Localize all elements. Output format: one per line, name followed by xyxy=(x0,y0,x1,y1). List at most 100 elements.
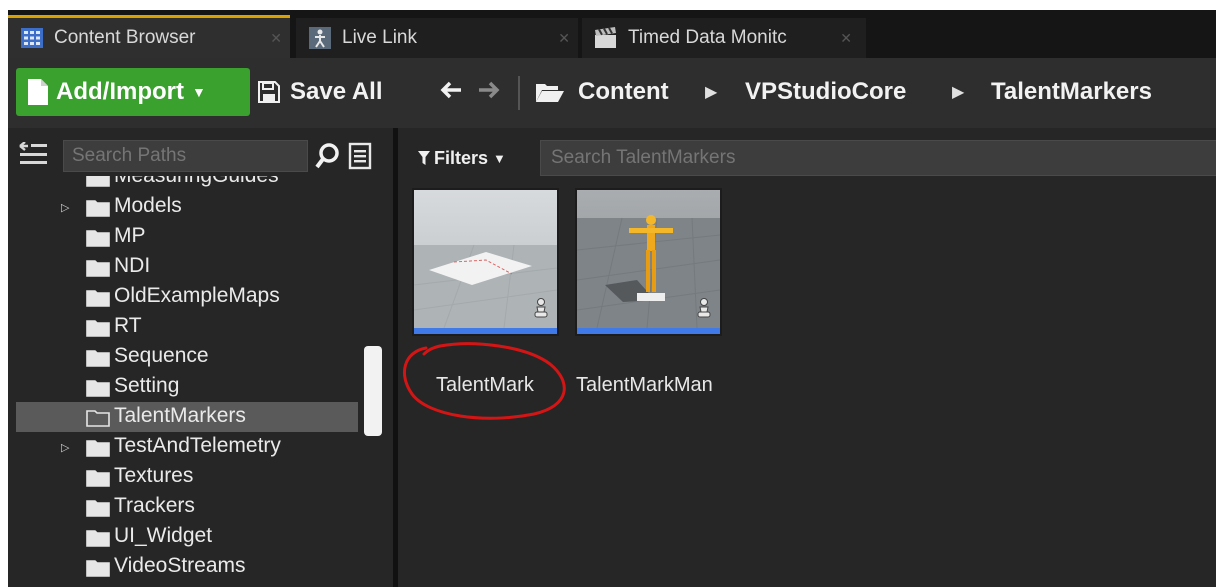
close-icon[interactable]: ✕ xyxy=(270,30,282,47)
toolbar: Add/Import ▼ Save All Content ▶ VPStudio… xyxy=(8,58,1216,129)
asset-name-label: TalentMarkMan xyxy=(576,374,713,396)
breadcrumb-label: Content xyxy=(578,78,669,105)
breadcrumb-separator-icon[interactable]: ▶ xyxy=(952,68,964,116)
folder-row[interactable]: Setting xyxy=(16,372,358,402)
filter-icon xyxy=(418,151,430,165)
folder-label: Sequence xyxy=(114,344,209,367)
folder-row[interactable]: ▷ TestAndTelemetry xyxy=(16,432,358,462)
breadcrumb-label: VPStudioCore xyxy=(745,78,907,105)
folder-label: MeasuringGuides xyxy=(114,176,279,188)
folder-open-icon xyxy=(86,409,110,433)
view-options-icon[interactable] xyxy=(348,142,372,170)
new-file-icon xyxy=(28,79,48,105)
folder-icon xyxy=(86,499,110,523)
folder-icon xyxy=(86,349,110,373)
folder-label: Textures xyxy=(114,464,194,487)
asset-thumbnail xyxy=(577,190,720,328)
asset-tile-talentmarkman[interactable] xyxy=(575,188,722,336)
asset-thumbnail xyxy=(414,190,557,328)
breadcrumb-vpstudiocore[interactable]: VPStudioCore xyxy=(745,68,906,116)
tab-bar: Content Browser ✕ Live Link ✕ Timed Data… xyxy=(8,10,1216,58)
tree-scrollbar-thumb[interactable] xyxy=(364,346,382,436)
asset-type-color-bar xyxy=(577,328,720,334)
folder-row[interactable]: VideoStreams xyxy=(16,552,358,582)
folder-icon xyxy=(86,439,110,463)
folder-label: UI_Widget xyxy=(114,524,213,547)
folder-row[interactable]: MeasuringGuides xyxy=(16,176,358,192)
breadcrumb-talentmarkers[interactable]: TalentMarkers xyxy=(991,68,1152,116)
clapperboard-icon xyxy=(594,26,618,50)
folder-row[interactable]: Textures xyxy=(16,462,358,492)
folder-label: Models xyxy=(114,194,182,217)
folder-icon xyxy=(86,319,110,343)
breadcrumb-content[interactable]: Content xyxy=(536,68,669,116)
folder-icon xyxy=(86,176,110,193)
folder-row[interactable]: Trackers xyxy=(16,492,358,522)
expand-arrow-icon[interactable]: ▷ xyxy=(61,201,69,214)
folder-tree: MeasuringGuides ▷ Models MP NDI OldExampleMap… xyxy=(8,176,368,587)
folder-icon xyxy=(86,529,110,553)
arrow-left-icon xyxy=(440,78,462,106)
folder-label: Setting xyxy=(114,374,180,397)
search-icon[interactable] xyxy=(314,142,342,170)
arrow-right-icon xyxy=(478,78,500,106)
filters-button[interactable]: Filters ▼ xyxy=(418,144,506,172)
folder-label: NDI xyxy=(114,254,151,277)
back-button[interactable] xyxy=(440,68,462,116)
folder-row[interactable]: TalentMarkers xyxy=(16,402,358,432)
search-assets-input[interactable] xyxy=(540,140,1216,176)
tab-live-link[interactable]: Live Link ✕ xyxy=(296,18,578,58)
folder-label: TestAndTelemetry xyxy=(114,434,281,457)
folder-row[interactable]: RT xyxy=(16,312,358,342)
toolbar-divider xyxy=(518,76,520,110)
chevron-down-icon: ▼ xyxy=(191,84,206,100)
breadcrumb-separator-icon[interactable]: ▶ xyxy=(705,68,717,116)
folder-row[interactable]: MP xyxy=(16,222,358,252)
close-icon[interactable]: ✕ xyxy=(840,30,852,47)
folder-icon xyxy=(86,199,110,223)
save-icon xyxy=(258,81,280,103)
folder-row[interactable]: Sequence xyxy=(16,342,358,372)
folder-row[interactable]: ▷ Models xyxy=(16,192,358,222)
folder-label: OldExampleMaps xyxy=(114,284,280,307)
tab-label: Content Browser xyxy=(54,27,196,48)
save-all-button[interactable]: Save All xyxy=(258,68,383,116)
folder-open-icon xyxy=(536,82,564,102)
forward-button[interactable] xyxy=(478,68,500,116)
folder-row[interactable]: OldExampleMaps xyxy=(16,282,358,312)
asset-view-panel: Filters ▼ Search TalentMarkers TalentMar… xyxy=(398,128,1216,587)
filters-label: Filters xyxy=(434,147,489,168)
asset-type-color-bar xyxy=(414,328,557,334)
tab-timed-data-monitor[interactable]: Timed Data Monitc ✕ xyxy=(582,18,866,58)
sources-toggle-icon[interactable] xyxy=(18,141,48,168)
folder-label: VideoStreams xyxy=(114,554,246,577)
sources-panel: MeasuringGuides ▷ Models MP NDI OldExampleMap… xyxy=(8,128,398,587)
breadcrumb-label: TalentMarkers xyxy=(991,78,1152,105)
expand-arrow-icon[interactable]: ▷ xyxy=(61,441,69,454)
folder-label: TalentMarkers xyxy=(114,404,246,427)
folder-label: Trackers xyxy=(114,494,195,517)
tab-content-browser[interactable]: Content Browser ✕ xyxy=(8,15,290,58)
add-import-label: Add/Import xyxy=(56,78,184,105)
folder-row[interactable]: NDI xyxy=(16,252,358,282)
folder-icon xyxy=(86,289,110,313)
close-icon[interactable]: ✕ xyxy=(558,30,570,47)
search-paths-input[interactable] xyxy=(63,140,308,172)
folder-label: RT xyxy=(114,314,142,337)
folder-icon xyxy=(86,229,110,253)
tab-label: Live Link xyxy=(342,27,417,48)
folder-label: MP xyxy=(114,224,146,247)
chevron-down-icon: ▼ xyxy=(493,150,506,166)
folder-row[interactable]: UI_Widget xyxy=(16,522,358,552)
asset-name-label: TalentMark xyxy=(436,374,534,396)
content-browser-window: Content Browser ✕ Live Link ✕ Timed Data… xyxy=(8,10,1216,587)
folder-icon xyxy=(86,469,110,493)
asset-tile-talentmark[interactable] xyxy=(412,188,559,336)
content-browser-icon xyxy=(20,26,44,50)
add-import-button[interactable]: Add/Import ▼ xyxy=(16,68,250,116)
folder-icon xyxy=(86,259,110,283)
tab-label: Timed Data Monitc xyxy=(628,27,787,48)
folder-icon xyxy=(86,379,110,403)
folder-icon xyxy=(86,559,110,583)
live-link-icon xyxy=(308,26,332,50)
